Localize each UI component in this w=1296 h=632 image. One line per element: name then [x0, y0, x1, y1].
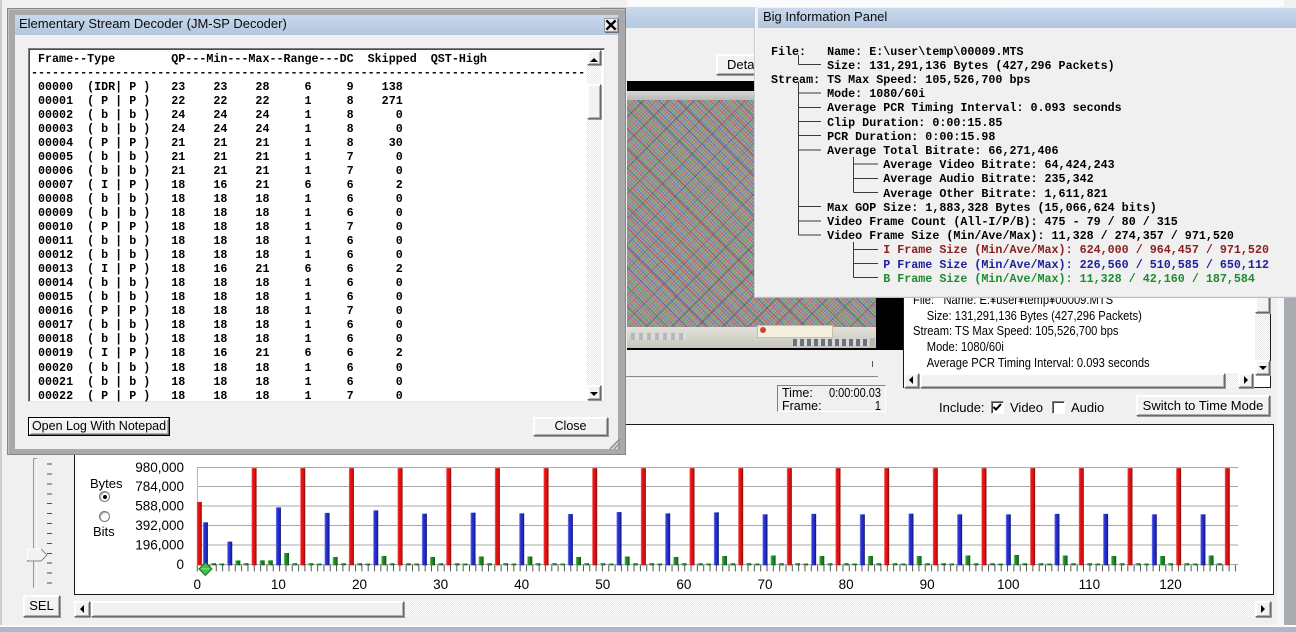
svg-text:196,000: 196,000: [135, 538, 184, 553]
svg-text:70: 70: [757, 577, 772, 592]
svg-text:100: 100: [997, 577, 1020, 592]
svg-text:392,000: 392,000: [135, 518, 184, 533]
svg-text:980,000: 980,000: [135, 460, 184, 475]
svg-text:30: 30: [433, 577, 448, 592]
svg-text:80: 80: [839, 577, 854, 592]
svg-text:0: 0: [176, 557, 184, 572]
svg-text:10: 10: [271, 577, 286, 592]
svg-text:20: 20: [352, 577, 367, 592]
svg-text:784,000: 784,000: [135, 479, 184, 494]
svg-text:40: 40: [514, 577, 529, 592]
svg-text:90: 90: [920, 577, 935, 592]
svg-text:120: 120: [1159, 577, 1182, 592]
svg-text:588,000: 588,000: [135, 499, 184, 514]
svg-text:50: 50: [595, 577, 610, 592]
svg-text:110: 110: [1079, 577, 1101, 592]
svg-text:60: 60: [676, 577, 691, 592]
svg-text:0: 0: [194, 577, 202, 592]
